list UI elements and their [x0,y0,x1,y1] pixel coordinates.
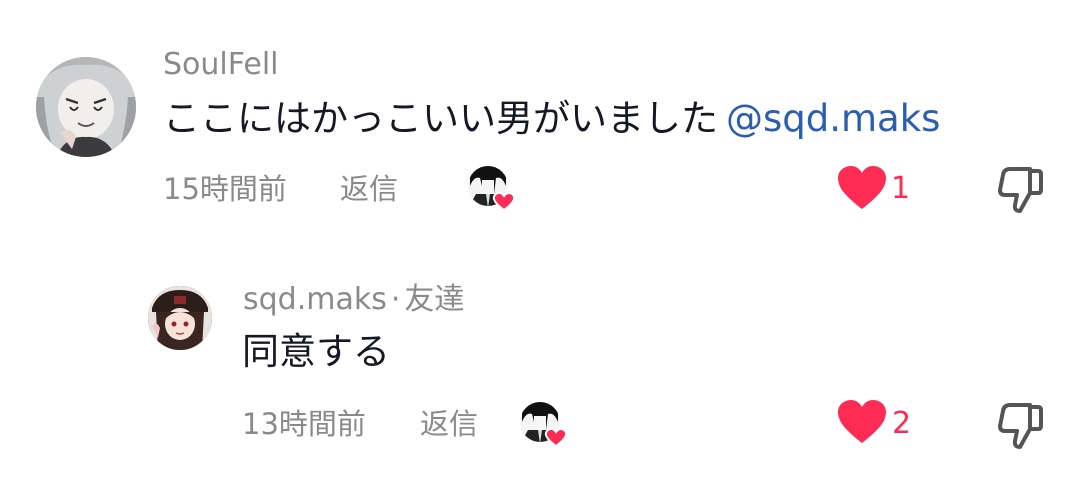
comment-author: sqd.maks · 友達 [243,282,464,318]
reply-button[interactable]: 返信 [340,171,398,207]
like-count: 1 [891,171,911,206]
friend-badge: 友達 [404,282,465,317]
creator-liked-icon [466,164,522,212]
author-name[interactable]: sqd.maks [243,282,387,317]
creator-liked-icon [518,400,574,448]
reply-item: sqd.maks · 友達 同意する 13時間前 返信 2 [0,245,1080,485]
comment-author[interactable]: SoulFell [163,47,279,83]
reply-button[interactable]: 返信 [420,406,478,442]
comment-thread: SoulFell ここにはかっこいい男がいました @sqd.maks 15時間前 … [0,0,1080,485]
comment-body: ここにはかっこいい男がいました [163,97,718,140]
comment-timestamp: 13時間前 [242,407,366,441]
comment-timestamp: 15時間前 [163,172,287,206]
comment-item: SoulFell ここにはかっこいい男がいました @sqd.maks 15時間前 … [0,0,1080,245]
comment-text: 同意する [242,329,390,375]
author-separator: · [390,282,401,317]
like-count: 2 [892,406,912,441]
mention-link[interactable]: @sqd.maks [726,97,940,140]
comment-text: ここにはかっこいい男がいました @sqd.maks [163,96,940,142]
avatar[interactable] [148,286,212,350]
comment-body: 同意する [242,330,390,373]
avatar[interactable] [36,57,136,157]
thumbs-down-icon[interactable] [996,165,1044,215]
heart-icon[interactable] [836,165,888,211]
author-name[interactable]: SoulFell [163,47,279,82]
heart-icon[interactable] [836,399,888,445]
thumbs-down-icon[interactable] [996,401,1044,451]
